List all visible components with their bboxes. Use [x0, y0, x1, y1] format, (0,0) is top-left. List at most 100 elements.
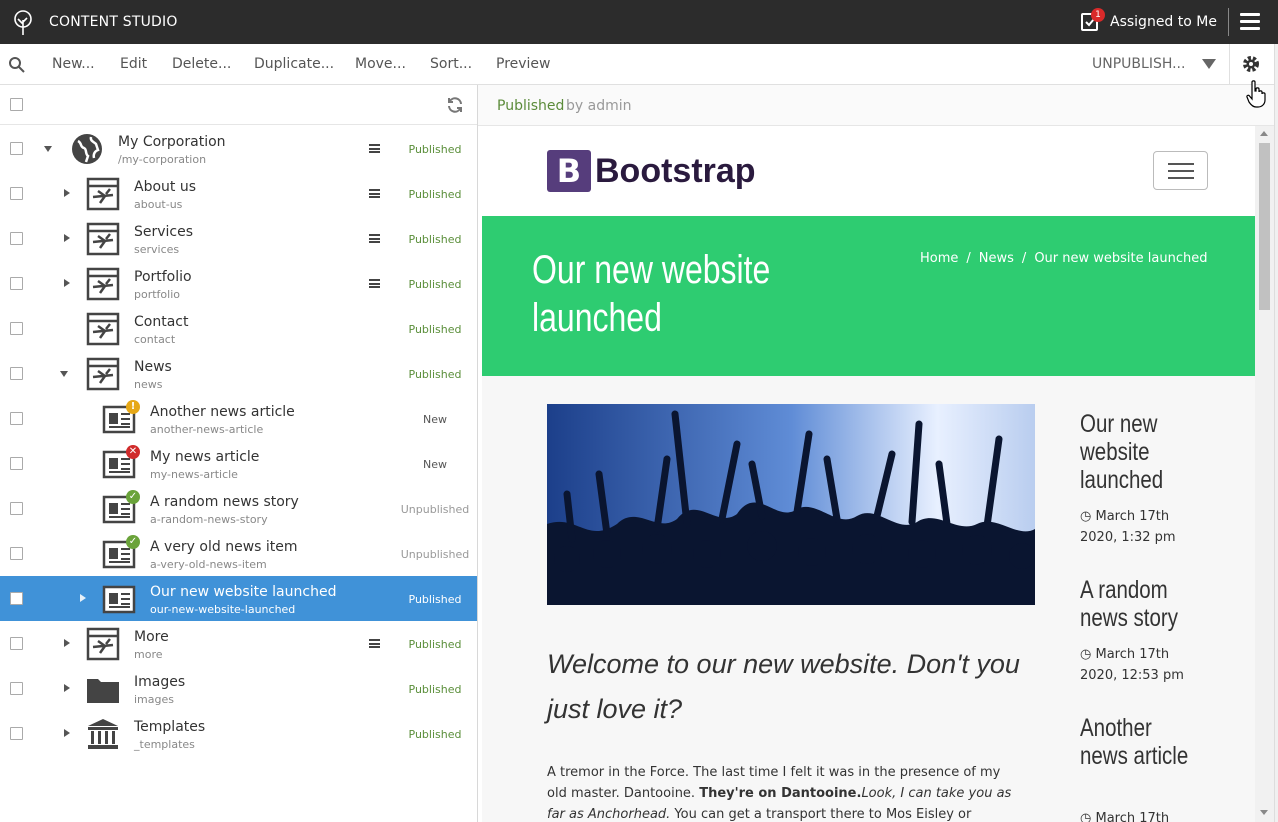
expand-arrow-icon[interactable] — [64, 189, 70, 197]
breadcrumb-home-link[interactable]: Home — [920, 251, 958, 266]
row-checkbox[interactable] — [10, 322, 23, 335]
sort-indicator-icon — [369, 279, 380, 288]
row-checkbox[interactable] — [10, 457, 23, 470]
scroll-down-arrow-icon[interactable] — [1260, 810, 1268, 815]
row-name: Images — [134, 674, 186, 690]
hamburger-menu-icon[interactable] — [1240, 13, 1260, 31]
collapse-arrow-icon[interactable] — [60, 371, 68, 377]
row-path: /my-corporation — [118, 153, 207, 166]
sort-button[interactable]: Sort... — [430, 56, 472, 72]
tree-logo-icon[interactable] — [9, 8, 37, 36]
row-name: About us — [134, 179, 197, 195]
row-name: More — [134, 629, 169, 645]
select-all-checkbox[interactable] — [10, 98, 23, 111]
sidebar-article-title[interactable]: Another news article — [1080, 714, 1203, 770]
breadcrumb-current: Our new website launched — [1034, 251, 1208, 266]
move-button[interactable]: Move... — [355, 56, 406, 72]
row-checkbox[interactable] — [10, 412, 23, 425]
edit-button[interactable]: Edit — [120, 56, 147, 72]
row-checkbox[interactable] — [10, 232, 23, 245]
navbar-toggle-button[interactable] — [1153, 151, 1208, 190]
row-checkbox[interactable] — [10, 682, 23, 695]
window-scrollbar[interactable] — [1274, 44, 1278, 822]
tree-row-my-corporation[interactable]: My Corporation /my-corporation Published — [0, 126, 477, 171]
folder-icon — [87, 679, 119, 703]
tree-row-our-new-website-launched[interactable]: Our new website launched our-new-website… — [0, 576, 477, 621]
row-checkbox[interactable] — [10, 142, 23, 155]
row-name: My news article — [150, 449, 260, 465]
sort-indicator-icon — [369, 639, 380, 648]
row-checkbox[interactable] — [10, 187, 23, 200]
tree-row-images[interactable]: Images images Published — [0, 666, 477, 711]
expand-arrow-icon[interactable] — [64, 639, 70, 647]
delete-button[interactable]: Delete... — [172, 56, 231, 72]
row-checkbox[interactable] — [10, 367, 23, 380]
sort-indicator-icon — [369, 144, 380, 153]
gear-icon[interactable] — [1241, 54, 1261, 74]
row-checkbox[interactable] — [10, 637, 23, 650]
date-text: March 17th — [1095, 811, 1170, 822]
status-badge: Published — [408, 683, 462, 696]
expand-arrow-icon[interactable] — [64, 729, 70, 737]
expand-arrow-icon[interactable] — [64, 684, 70, 692]
expand-arrow-icon[interactable] — [64, 234, 70, 242]
preview-scrollbar[interactable] — [1255, 126, 1274, 822]
tree-row-about-us[interactable]: About us about-us Published — [0, 171, 477, 216]
site-preview[interactable]: B Bootstrap Our new website launched Hom… — [482, 126, 1255, 822]
status-badge: Published — [408, 188, 462, 201]
clock-icon: ◷ — [1080, 509, 1096, 524]
row-checkbox[interactable] — [10, 547, 23, 560]
tree-row-news[interactable]: News news Published — [0, 351, 477, 396]
assigned-to-me-button[interactable]: 1 Assigned to Me — [1080, 8, 1217, 34]
hero-title: Our new website launched — [532, 248, 771, 340]
breadcrumb-news-link[interactable]: News — [979, 251, 1014, 266]
row-checkbox[interactable] — [10, 277, 23, 290]
new-button[interactable]: New... — [52, 56, 95, 72]
scroll-up-arrow-icon[interactable] — [1260, 131, 1268, 136]
tree-row-another-news-article[interactable]: ! Another news article another-news-arti… — [0, 396, 477, 441]
expand-arrow-icon[interactable] — [80, 594, 86, 602]
sidebar-article-date: ◷ March 17th — [1080, 808, 1200, 822]
clock-icon: ◷ — [1080, 811, 1096, 822]
tree-row-portfolio[interactable]: Portfolio portfolio Published — [0, 261, 477, 306]
refresh-icon[interactable] — [446, 96, 464, 114]
tree-row-a-random-news-story[interactable]: ✓ A random news story a-random-news-stor… — [0, 486, 477, 531]
task-check-icon: 1 — [1080, 8, 1105, 34]
tree-row-more[interactable]: More more Published — [0, 621, 477, 666]
tree-row-my-news-article[interactable]: ✕ My news article my-news-article New — [0, 441, 477, 486]
row-path: another-news-article — [150, 423, 264, 436]
tree-row-contact[interactable]: Contact contact Published — [0, 306, 477, 351]
article-lead: Welcome to our new website. Don't you ju… — [547, 649, 1020, 724]
collapse-arrow-icon[interactable] — [44, 146, 52, 152]
expand-arrow-icon[interactable] — [64, 279, 70, 287]
tree-row-templates[interactable]: Templates _templates Published — [0, 711, 477, 756]
preview-header: Published by admin — [478, 85, 1274, 126]
tree-row-a-very-old-news-item[interactable]: ✓ A very old news item a-very-old-news-i… — [0, 531, 477, 576]
site-brand-logo[interactable]: B Bootstrap — [547, 150, 756, 192]
status-badge: Published — [408, 368, 462, 381]
scroll-thumb[interactable] — [1259, 143, 1270, 310]
row-checkbox[interactable] — [10, 592, 23, 605]
unpublish-button[interactable]: UNPUBLISH... — [1092, 56, 1185, 72]
content-tree-panel: My Corporation /my-corporation Published… — [0, 85, 478, 822]
page-icon — [86, 267, 120, 301]
status-badge: Published — [408, 278, 462, 291]
sidebar-article-title[interactable]: Our new website launched — [1080, 410, 1203, 494]
preview-button[interactable]: Preview — [496, 56, 551, 72]
row-checkbox[interactable] — [10, 727, 23, 740]
preview-author: by admin — [566, 98, 632, 114]
warning-icon: ! — [126, 400, 140, 414]
sort-indicator-icon — [369, 234, 380, 243]
sidebar-article-title[interactable]: A random news story — [1080, 576, 1203, 632]
search-icon[interactable] — [8, 56, 26, 74]
page-icon — [86, 627, 120, 661]
duplicate-button[interactable]: Duplicate... — [254, 56, 334, 72]
row-checkbox[interactable] — [10, 502, 23, 515]
tree-row-services[interactable]: Services services Published — [0, 216, 477, 261]
clock-icon: ◷ — [1080, 647, 1096, 662]
triangle-down-icon[interactable] — [1202, 59, 1216, 69]
globe-icon — [72, 134, 102, 164]
toolbar: New... Edit Delete... Duplicate... Move.… — [0, 44, 1274, 85]
row-path: a-very-old-news-item — [150, 558, 267, 571]
row-name: News — [134, 359, 172, 375]
